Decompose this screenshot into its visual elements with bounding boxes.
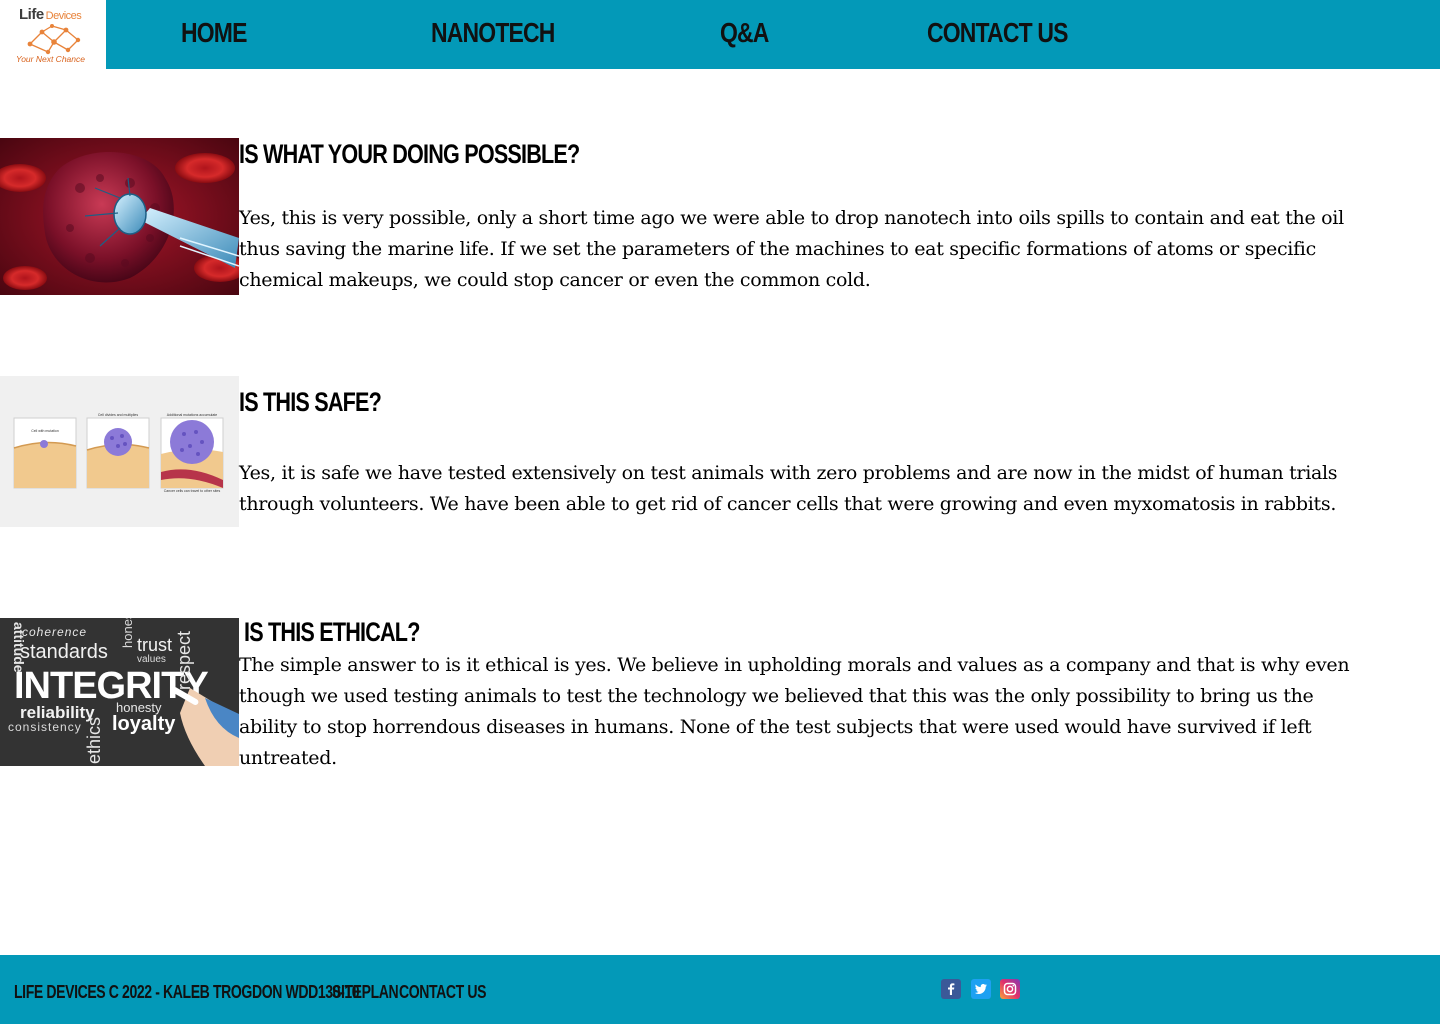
section-title: Is what your doing possible? — [239, 139, 580, 169]
svg-text:standards: standards — [20, 641, 108, 663]
network-nodes-icon — [27, 24, 81, 55]
integrity-chalkboard-image: coherence standards trust values INTEGRI… — [0, 618, 239, 766]
svg-text:respect: respect — [174, 631, 194, 690]
twitter-icon[interactable] — [971, 979, 991, 999]
nav-nanotech[interactable]: Nanotech — [431, 16, 555, 50]
section-body: Yes, it is safe we have tested extensive… — [239, 462, 1338, 515]
svg-text:honest: honest — [120, 618, 135, 648]
svg-text:ethics: ethics — [84, 717, 104, 764]
nanobot-on-blood-cell-image — [0, 138, 239, 295]
section-body: The simple answer to is it ethical is ye… — [239, 654, 1350, 769]
diagram-caption: Additional mutations accumulate — [167, 413, 217, 417]
section-body: Yes, this is very possible, only a short… — [239, 207, 1344, 291]
cancer-cell-growth-diagram: Cell with mutation Cell divides and mult… — [0, 376, 239, 527]
footer-contact-link[interactable]: Contact Us — [399, 981, 486, 1003]
logo-title: Life Devices — [19, 6, 82, 23]
diagram-caption: Cancer cells can travel to other sites — [164, 489, 221, 493]
site-header: Life Devices Your Next Chance HOME NANOT… — [0, 0, 1440, 69]
nav-qa[interactable]: Q&A — [720, 16, 769, 50]
svg-text:loyalty: loyalty — [112, 713, 176, 735]
footer-siteplan-link[interactable]: Siteplan — [332, 981, 399, 1003]
facebook-icon[interactable] — [941, 979, 961, 999]
footer-copyright: Life Devices c 2022 - Kaleb Trogdon WDD1… — [14, 982, 360, 1002]
site-footer: Life Devices c 2022 - Kaleb Trogdon WDD1… — [0, 955, 1440, 1024]
nav-home[interactable]: Home — [181, 16, 247, 50]
section-title: Is this safe? — [239, 387, 382, 417]
svg-text:trust: trust — [137, 635, 172, 655]
diagram-caption: Cell divides and multiplies — [98, 413, 139, 417]
diagram-caption: Cell with mutation — [31, 429, 59, 433]
nav-contact-us[interactable]: Contact Us — [927, 16, 1068, 50]
svg-text:consistency: consistency — [8, 720, 82, 734]
svg-text:attitude: attitude — [11, 622, 27, 673]
svg-text:values: values — [137, 654, 166, 665]
logo-tagline: Your Next Chance — [16, 54, 85, 64]
section-title: Is this ethical? — [244, 617, 420, 647]
svg-text:coherence: coherence — [22, 625, 87, 639]
instagram-icon[interactable] — [1000, 979, 1020, 999]
site-logo[interactable]: Life Devices Your Next Chance — [0, 0, 106, 69]
